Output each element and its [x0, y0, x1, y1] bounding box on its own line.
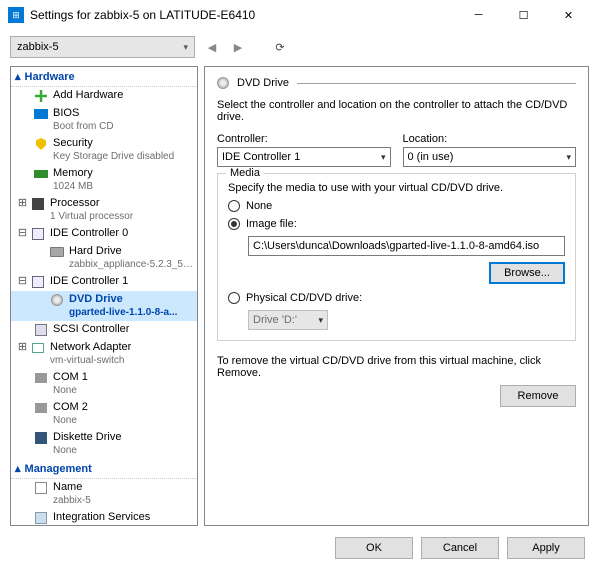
- controller-icon: [30, 227, 46, 241]
- chevron-down-icon: ▾: [566, 152, 571, 163]
- panel-title: DVD Drive: [237, 77, 289, 89]
- tree-security[interactable]: SecurityKey Storage Drive disabled: [11, 135, 197, 165]
- browse-button[interactable]: Browse...: [489, 262, 565, 284]
- dialog-footer: OK Cancel Apply: [0, 526, 599, 570]
- chevron-down-icon: ▾: [318, 315, 323, 326]
- hard-drive-icon: [49, 245, 65, 259]
- expand-icon[interactable]: ⊞: [17, 197, 28, 223]
- serial-port-icon: [33, 401, 49, 415]
- processor-icon: [30, 197, 46, 211]
- settings-tree[interactable]: ▴ Hardware Add Hardware BIOSBoot from CD…: [10, 66, 198, 526]
- tree-bios[interactable]: BIOSBoot from CD: [11, 105, 197, 135]
- scsi-icon: [33, 323, 49, 337]
- radio-image-file[interactable]: Image file:: [228, 218, 565, 230]
- collapse-icon[interactable]: ⊟: [17, 275, 28, 289]
- tree-processor[interactable]: ⊞ Processor1 Virtual processor: [11, 195, 197, 225]
- expand-icon[interactable]: ⊞: [17, 341, 28, 367]
- name-icon: [33, 481, 49, 495]
- radio-physical[interactable]: Physical CD/DVD drive:: [228, 292, 565, 304]
- app-icon: ⊞: [8, 7, 24, 23]
- disc-icon: [49, 293, 65, 307]
- tree-scsi[interactable]: SCSI Controller: [11, 321, 197, 339]
- tree-com2[interactable]: COM 2None: [11, 399, 197, 429]
- radio-none[interactable]: None: [228, 200, 565, 212]
- tree-network[interactable]: ⊞ Network Adaptervm-virtual-switch: [11, 339, 197, 369]
- controller-select[interactable]: IDE Controller 1 ▾: [217, 147, 391, 167]
- refresh-button[interactable]: ⟳: [271, 38, 289, 56]
- add-hardware-icon: [33, 89, 49, 103]
- tree-hard-drive[interactable]: Hard Drivezabbix_appliance-5.2.3_58...: [11, 243, 197, 273]
- chevron-down-icon: ▾: [183, 42, 188, 53]
- remove-description: To remove the virtual CD/DVD drive from …: [217, 355, 576, 379]
- apply-button[interactable]: Apply: [507, 537, 585, 559]
- shield-icon: [33, 137, 49, 151]
- maximize-button[interactable]: ☐: [501, 0, 546, 30]
- chevron-down-icon: ▾: [381, 152, 386, 163]
- physical-drive-select: Drive 'D:' ▾: [248, 310, 328, 330]
- bios-icon: [33, 107, 49, 121]
- radio-icon: [228, 218, 240, 230]
- collapse-icon: ▴: [15, 462, 21, 475]
- controller-label: Controller:: [217, 133, 391, 145]
- tree-diskette[interactable]: Diskette DriveNone: [11, 429, 197, 459]
- tree-ide1[interactable]: ⊟ IDE Controller 1: [11, 273, 197, 291]
- selector-row: zabbix-5 ▾ ◀ ▶ ⟳: [0, 30, 599, 60]
- serial-port-icon: [33, 371, 49, 385]
- radio-icon: [228, 292, 240, 304]
- panel-description: Select the controller and location on th…: [217, 99, 576, 123]
- section-hardware[interactable]: ▴ Hardware: [11, 67, 197, 87]
- tree-memory[interactable]: Memory1024 MB: [11, 165, 197, 195]
- settings-panel: DVD Drive Select the controller and loca…: [204, 66, 589, 526]
- media-group: Media Specify the media to use with your…: [217, 173, 576, 341]
- network-icon: [30, 341, 46, 355]
- ok-button[interactable]: OK: [335, 537, 413, 559]
- cancel-button[interactable]: Cancel: [421, 537, 499, 559]
- tree-integration[interactable]: Integration ServicesSome services offere…: [11, 509, 197, 526]
- integration-icon: [33, 511, 49, 525]
- memory-icon: [33, 167, 49, 181]
- collapse-icon: ▴: [15, 70, 21, 83]
- tree-ide0[interactable]: ⊟ IDE Controller 0: [11, 225, 197, 243]
- tree-com1[interactable]: COM 1None: [11, 369, 197, 399]
- minimize-button[interactable]: ─: [456, 0, 501, 30]
- content-area: ▴ Hardware Add Hardware BIOSBoot from CD…: [0, 60, 599, 526]
- collapse-icon[interactable]: ⊟: [17, 227, 28, 241]
- floppy-icon: [33, 431, 49, 445]
- controller-icon: [30, 275, 46, 289]
- vm-select-value: zabbix-5: [17, 41, 59, 53]
- remove-button[interactable]: Remove: [500, 385, 576, 407]
- radio-icon: [228, 200, 240, 212]
- image-path-input[interactable]: C:\Users\dunca\Downloads\gparted-live-1.…: [248, 236, 565, 256]
- disc-icon: [217, 77, 229, 89]
- vm-select[interactable]: zabbix-5 ▾: [10, 36, 195, 58]
- nav-forward-button[interactable]: ▶: [229, 38, 247, 56]
- media-description: Specify the media to use with your virtu…: [228, 182, 565, 194]
- location-select[interactable]: 0 (in use) ▾: [403, 147, 577, 167]
- nav-back-button[interactable]: ◀: [203, 38, 221, 56]
- media-legend: Media: [226, 167, 264, 179]
- title-bar: ⊞ Settings for zabbix-5 on LATITUDE-E641…: [0, 0, 599, 30]
- tree-dvd-drive[interactable]: DVD Drivegparted-live-1.1.0-8-a...: [11, 291, 197, 321]
- tree-name[interactable]: Namezabbix-5: [11, 479, 197, 509]
- tree-add-hardware[interactable]: Add Hardware: [11, 87, 197, 105]
- location-label: Location:: [403, 133, 577, 145]
- close-button[interactable]: ✕: [546, 0, 591, 30]
- section-management[interactable]: ▴ Management: [11, 459, 197, 479]
- window-title: Settings for zabbix-5 on LATITUDE-E6410: [30, 8, 255, 22]
